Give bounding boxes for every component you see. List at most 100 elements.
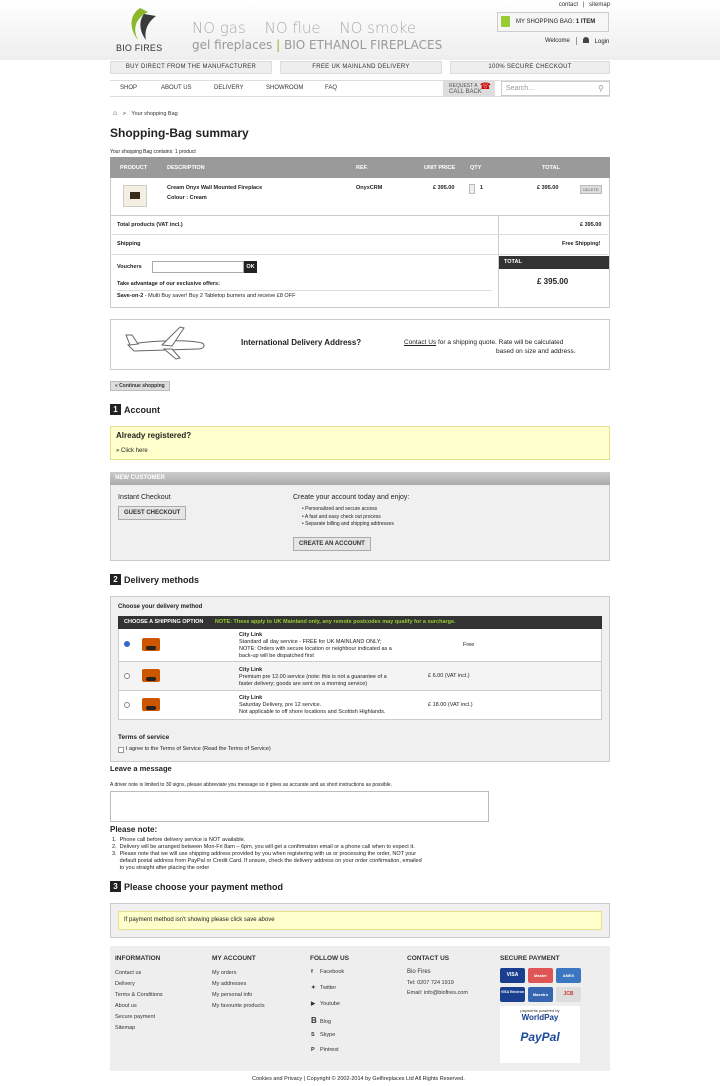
- intl-text-1: for a shipping quote. Rate will be calcu…: [436, 339, 564, 346]
- youtube-label: Youtube: [320, 1001, 340, 1007]
- intl-text: Contact Us for a shipping quote. Rate wi…: [404, 339, 563, 346]
- nav-about[interactable]: ABOUT US: [161, 85, 192, 91]
- shipping-options-note: NOTE: These apply to UK Mainland only, a…: [214, 619, 456, 625]
- contact-link[interactable]: contact: [559, 2, 578, 8]
- tagline-products: gel fireplaces | BIO ETHANOL FIREPLACES: [192, 38, 442, 52]
- delete-button[interactable]: DELETE: [580, 185, 602, 194]
- footer-link-delivery[interactable]: Delivery: [115, 981, 135, 987]
- divider: [110, 254, 610, 255]
- section-number: 1: [110, 404, 121, 415]
- search-input[interactable]: Search...: [501, 81, 610, 96]
- product-colour: Colour : Cream: [167, 195, 207, 201]
- shopping-bag-button[interactable]: MY SHOPPING BAG: 1 ITEM: [497, 12, 609, 32]
- continue-shopping-button[interactable]: « Continue shopping: [110, 381, 170, 391]
- maestro-icon: Maestro: [528, 987, 553, 1002]
- benefit-1: • Personalized and secure access: [302, 506, 378, 512]
- twitter-label: Twitter: [320, 985, 337, 991]
- logo-text[interactable]: BIO FIRES: [116, 43, 162, 53]
- section-number: 2: [110, 574, 121, 585]
- option-3-line1: Saturday Delivery, pre 12 service.: [239, 702, 322, 708]
- social-blog[interactable]: B Blog: [311, 1016, 331, 1025]
- social-facebook[interactable]: f Facebook: [311, 969, 344, 975]
- worldpay-badge: payments powered by WorldPay PayPal: [500, 1006, 580, 1063]
- visa-icon: VISA: [500, 968, 525, 983]
- voucher-input[interactable]: [152, 261, 244, 273]
- create-account-text: Create your account today and enjoy:: [293, 494, 410, 501]
- shipping-options-label: CHOOSE A SHIPPING OPTION: [124, 619, 204, 625]
- message-textarea[interactable]: [110, 791, 489, 822]
- footer-link-secure[interactable]: Secure payment: [115, 1014, 155, 1020]
- shipping-option-3[interactable]: [118, 691, 602, 720]
- footer-link-addresses[interactable]: My addresses: [212, 981, 246, 987]
- option-3-line2: Not applicable to off shore locations an…: [239, 709, 386, 715]
- social-youtube[interactable]: ▶ Youtube: [311, 1001, 340, 1007]
- offer-name: Save-on-2: [117, 293, 144, 299]
- footer-link-sitemap[interactable]: Sitemap: [115, 1025, 135, 1031]
- shipping-radio-2[interactable]: [124, 673, 130, 679]
- airplane-icon: [125, 326, 205, 360]
- note-item-3b: default postal address from PayPal or Cr…: [112, 858, 422, 864]
- nav-delivery[interactable]: DELIVERY: [214, 85, 244, 91]
- amex-icon: AMEX: [556, 968, 581, 983]
- terms-checkbox[interactable]: [118, 747, 124, 753]
- sitemap-link[interactable]: sitemap: [589, 2, 610, 8]
- truck-icon: [142, 698, 160, 711]
- shipping-options-header: CHOOSE A SHIPPING OPTION NOTE: These app…: [118, 616, 602, 629]
- qty-stepper[interactable]: [469, 184, 475, 194]
- call-back-button[interactable]: REQUEST A CALL BACK ☎: [443, 81, 495, 96]
- terms-title: Terms of service: [118, 734, 170, 741]
- shipping-radio-3[interactable]: [124, 702, 130, 708]
- option-3-name: City Link: [239, 695, 263, 701]
- shipping-radio-1[interactable]: [124, 641, 130, 647]
- no-flue: NO flue: [264, 19, 321, 37]
- home-icon[interactable]: ⌂: [113, 110, 117, 117]
- truck-icon: [142, 638, 160, 651]
- phone-icon: ☎: [479, 81, 491, 91]
- click-here-link[interactable]: » Click here: [116, 448, 148, 454]
- terms-text[interactable]: I agree to the Terms of Service (Read th…: [126, 746, 271, 752]
- nav-shop[interactable]: SHOP: [120, 85, 137, 91]
- footer-link-about[interactable]: About us: [115, 1003, 137, 1009]
- footer-tel: Tel: 0207 724 1919: [407, 980, 454, 986]
- intl-text-2: based on size and address.: [496, 348, 576, 355]
- divider: [117, 290, 492, 291]
- guest-checkout-button[interactable]: GUEST CHECKOUT: [118, 506, 187, 520]
- footer-link-terms[interactable]: Terms & Conditions: [115, 992, 163, 998]
- col-total: TOTAL: [542, 165, 560, 171]
- nav-showroom[interactable]: SHOWROOM: [266, 85, 303, 91]
- grand-total: £ 395.00: [537, 277, 569, 286]
- divider: [576, 37, 577, 45]
- skype-label: Skype: [320, 1032, 336, 1038]
- footer-contact-title: CONTACT US: [407, 955, 450, 962]
- social-twitter[interactable]: ✦ Twitter: [311, 985, 336, 991]
- footer-link-info[interactable]: My personal info: [212, 992, 252, 998]
- offer-text: - Multi Buy saver! Buy 2 Tabletop burner…: [143, 293, 296, 299]
- intl-contact-link[interactable]: Contact Us: [404, 339, 436, 346]
- option-2-line2: faster delivery; goods are sent on a mor…: [239, 681, 368, 687]
- footer-link-favourites[interactable]: My favourite products: [212, 1003, 265, 1009]
- payment-warning-text: If payment method isn't showing please c…: [124, 917, 275, 923]
- footer-info-title: INFORMATION: [115, 955, 161, 962]
- top-links: contact | sitemap: [559, 2, 610, 8]
- product-ref: OnyxCRM: [356, 185, 383, 191]
- social-pinterest[interactable]: P Pintrest: [311, 1047, 339, 1053]
- nav-faq[interactable]: FAQ: [325, 85, 337, 91]
- footer-email[interactable]: Email: info@biofires.com: [407, 990, 468, 996]
- fireplace-icon: [130, 192, 140, 199]
- create-account-button[interactable]: CREATE AN ACCOUNT: [293, 537, 371, 551]
- footer-link-orders[interactable]: My orders: [212, 970, 236, 976]
- twitter-icon: ✦: [311, 985, 316, 991]
- biofires-logo-icon[interactable]: [118, 6, 162, 42]
- benefit-1-text: Personalized and secure access: [305, 506, 378, 512]
- divider: [110, 215, 610, 216]
- pinterest-label: Pintrest: [320, 1047, 339, 1053]
- voucher-ok-button[interactable]: OK: [244, 261, 257, 273]
- footer-link-contact[interactable]: Contact us: [115, 970, 141, 976]
- search-icon[interactable]: ⚲: [598, 84, 604, 93]
- promo-bar-manufacturer: BUY DIRECT FROM THE MANUFACTURER: [110, 61, 272, 74]
- product-name[interactable]: Cream Onyx Wall Mounted Fireplace: [167, 185, 262, 191]
- login-link[interactable]: Login: [583, 37, 609, 45]
- product-thumb[interactable]: [123, 185, 147, 207]
- promo-bar-delivery: FREE UK MAINLAND DELIVERY: [280, 61, 442, 74]
- social-skype[interactable]: S Skype: [311, 1032, 335, 1038]
